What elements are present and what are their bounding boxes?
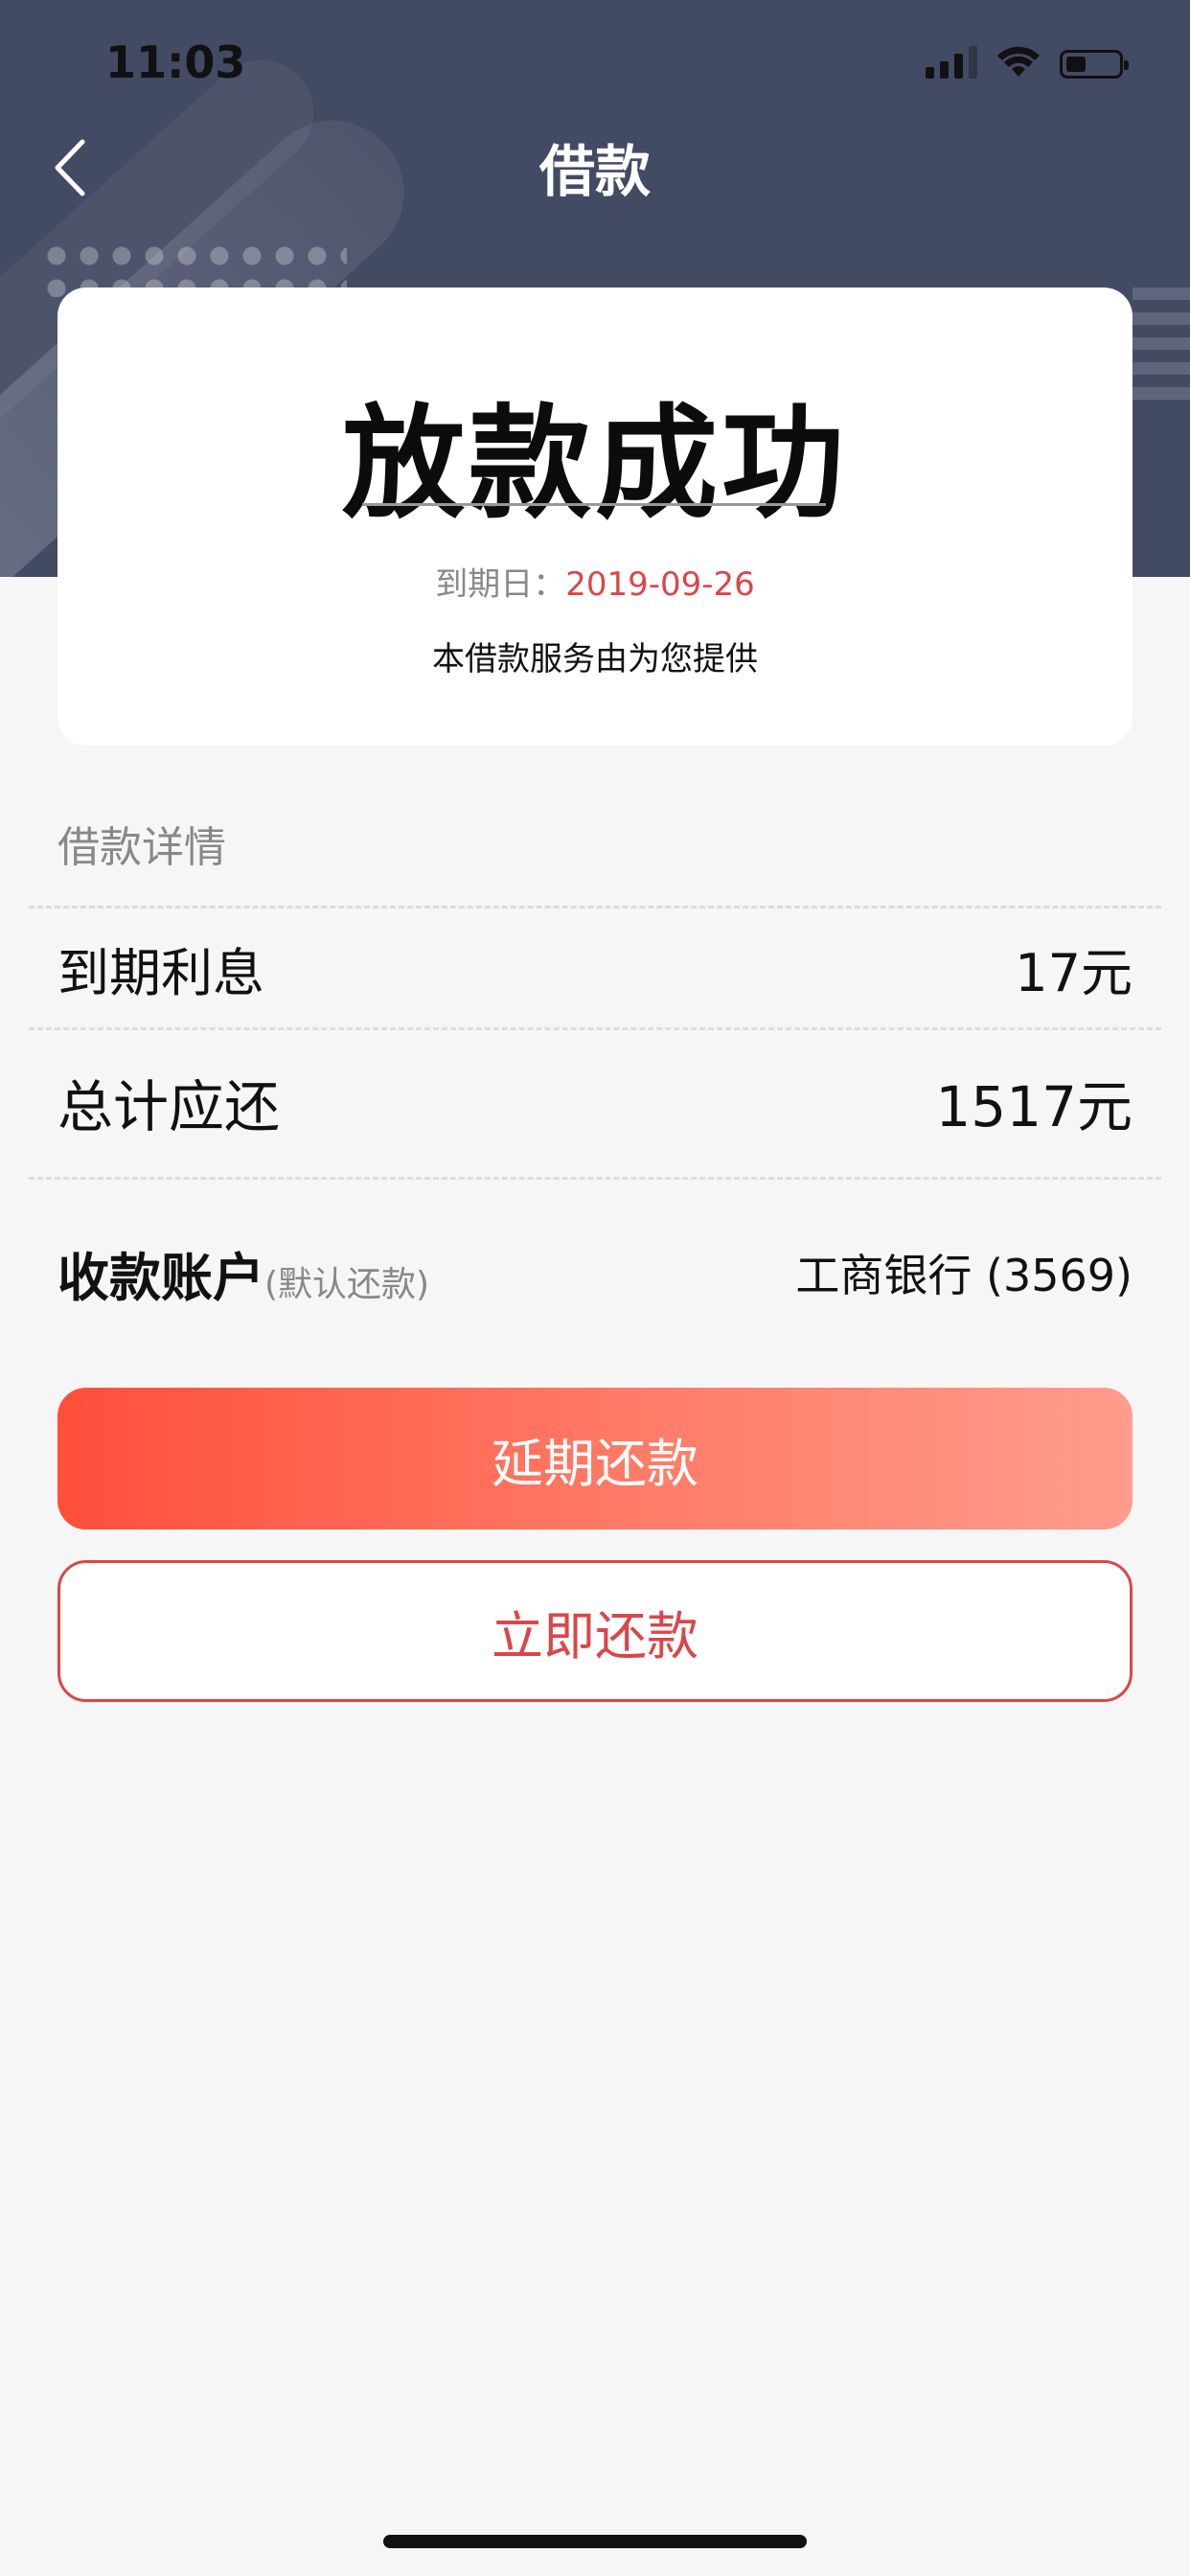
- total-label: 总计应还: [57, 1074, 281, 1139]
- wifi-icon: [997, 46, 1040, 77]
- total-row: 总计应还 1517元: [57, 1064, 1133, 1140]
- account-label-group: 收款账户(默认还款): [57, 1235, 429, 1311]
- success-title: 放款成功: [341, 393, 848, 536]
- loan-success-card: 放款成功 到期日：2019-09-26 本借款服务由为您提供: [57, 288, 1133, 746]
- page-title: 借款: [538, 139, 651, 204]
- interest-label: 到期利息: [57, 942, 264, 1003]
- cellular-signal-icon: [926, 46, 977, 79]
- account-value: 工商银行 (3569): [795, 1250, 1133, 1301]
- repay-now-button[interactable]: 立即还款: [57, 1560, 1133, 1702]
- details-section-title: 借款详情: [57, 823, 226, 872]
- account-row[interactable]: 收款账户(默认还款) 工商银行 (3569): [57, 1234, 1133, 1311]
- title-underline: [362, 503, 826, 506]
- status-bar: 11:03: [0, 0, 1190, 125]
- interest-value: 17元: [1015, 942, 1133, 1003]
- extend-repayment-button[interactable]: 延期还款: [57, 1388, 1133, 1530]
- provider-text: 本借款服务由为您提供: [432, 640, 758, 678]
- account-hint: (默认还款): [264, 1264, 430, 1304]
- home-indicator[interactable]: [383, 2535, 807, 2548]
- header-decoration-stripes: [1133, 288, 1190, 402]
- due-date-line: 到期日：2019-09-26: [57, 558, 1133, 605]
- status-icons: [926, 46, 1129, 79]
- interest-row: 到期利息 17元: [57, 930, 1133, 1006]
- due-date-value: 2019-09-26: [565, 565, 755, 604]
- total-value: 1517元: [935, 1074, 1133, 1139]
- divider: [29, 906, 1161, 908]
- battery-icon: [1060, 50, 1129, 79]
- divider: [29, 1177, 1161, 1180]
- account-label: 收款账户: [57, 1247, 264, 1308]
- divider: [29, 1027, 1161, 1030]
- due-date-label: 到期日：: [435, 565, 566, 604]
- status-time: 11:03: [105, 36, 246, 88]
